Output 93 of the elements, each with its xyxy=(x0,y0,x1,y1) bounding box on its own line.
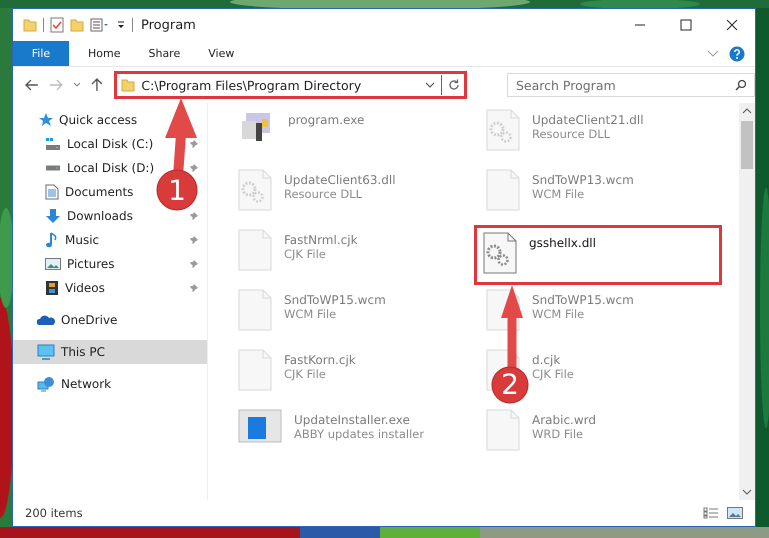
gears-file-icon xyxy=(486,109,520,151)
ribbon-tab[interactable]: File xyxy=(13,41,69,66)
file-type: WCM File xyxy=(284,307,338,321)
blank-file-icon xyxy=(238,229,272,271)
music-note-icon xyxy=(45,232,59,248)
maximize-icon xyxy=(680,19,692,31)
drive-icon xyxy=(45,165,61,171)
blank-file-icon xyxy=(238,289,272,331)
cloud-icon xyxy=(37,314,55,326)
scroll-down-icon[interactable] xyxy=(742,488,752,496)
thumbnail-view-icon[interactable] xyxy=(727,507,743,519)
file-type: WCM File xyxy=(532,187,586,201)
file-type: Resource DLL xyxy=(532,127,612,141)
sidebar-item[interactable]: Videos xyxy=(65,281,105,295)
file-type: CJK File xyxy=(284,247,327,261)
document-icon xyxy=(45,184,59,200)
file-name: SndToWP15.wcm xyxy=(532,293,634,307)
file-name: UpdateClient63.dll xyxy=(284,173,396,187)
sidebar-item[interactable]: Music xyxy=(65,233,100,247)
folder-icon xyxy=(121,78,136,92)
pin-icon[interactable] xyxy=(189,259,199,269)
folder-icon[interactable] xyxy=(70,18,84,32)
network-icon xyxy=(37,376,55,392)
item-count: 200 items xyxy=(25,506,83,520)
film-strip-icon xyxy=(45,280,59,296)
file-type: CJK File xyxy=(284,367,327,381)
file-name: FastNrml.cjk xyxy=(284,233,358,247)
sidebar-item[interactable]: Quick access xyxy=(59,113,138,127)
search-field[interactable]: Search Program xyxy=(507,73,755,97)
sidebar-item[interactable]: Local Disk (C:) xyxy=(67,137,154,151)
file-type: WRD File xyxy=(532,427,584,441)
sidebar-item[interactable]: Documents xyxy=(65,185,134,199)
file-name: Arabic.wrd xyxy=(532,413,596,427)
sidebar-item[interactable]: Downloads xyxy=(67,209,133,223)
file-name: d.cjk xyxy=(532,353,562,367)
file-name: program.exe xyxy=(288,113,364,127)
ribbon-tab[interactable]: Share xyxy=(135,41,194,66)
star-icon xyxy=(37,112,53,128)
ribbon-tab[interactable]: Home xyxy=(75,41,134,66)
scrollbar-thumb[interactable] xyxy=(741,121,753,169)
chevron-down-icon[interactable] xyxy=(72,82,81,88)
file-name: gsshellx.dll xyxy=(529,236,596,250)
gears-file-icon xyxy=(238,169,272,211)
back-arrow-icon[interactable] xyxy=(25,79,39,91)
step-badge: 1 xyxy=(156,170,198,210)
file-item[interactable]: gsshellx.dll xyxy=(474,225,722,285)
ribbon-tab[interactable]: View xyxy=(195,41,248,66)
details-view-icon[interactable] xyxy=(703,507,719,519)
pin-icon[interactable] xyxy=(189,163,199,173)
file-name: UpdateClient21.dll xyxy=(532,113,644,127)
monitor-icon xyxy=(37,344,55,360)
file-name: FastKorn.cjk xyxy=(284,353,356,367)
pin-icon[interactable] xyxy=(189,211,199,221)
forward-arrow-icon[interactable] xyxy=(48,79,63,91)
file-type: CJK File xyxy=(532,367,574,381)
close-icon xyxy=(726,19,738,31)
sidebar-item[interactable]: Pictures xyxy=(67,257,115,271)
sidebar-item[interactable]: OneDrive xyxy=(61,313,118,327)
file-type: WCM File xyxy=(532,307,586,321)
blank-file-icon xyxy=(486,169,520,211)
gears-file-icon xyxy=(483,232,517,274)
pin-icon[interactable] xyxy=(189,139,199,149)
chevron-down-icon[interactable] xyxy=(425,82,435,88)
folder-icon[interactable] xyxy=(23,18,37,32)
pictures-icon xyxy=(45,257,61,271)
window-title: Program xyxy=(141,18,196,32)
sidebar-item[interactable]: Local Disk (D:) xyxy=(67,161,154,175)
sidebar-item[interactable]: This PC xyxy=(13,340,207,364)
blank-file-icon xyxy=(486,409,520,451)
file-type: Resource DLL xyxy=(284,187,364,201)
pin-icon[interactable] xyxy=(189,235,199,245)
address-field[interactable]: C:\Program Files\Program Directory xyxy=(114,71,467,99)
drive-icon xyxy=(45,137,61,151)
scroll-up-icon[interactable] xyxy=(742,107,752,115)
file-name: SndToWP13.wcm xyxy=(532,173,634,187)
checklist-icon[interactable] xyxy=(50,17,64,33)
refresh-icon[interactable] xyxy=(448,79,460,91)
dropdown-icon[interactable] xyxy=(116,19,126,31)
pin-icon[interactable] xyxy=(189,283,199,293)
download-arrow-icon xyxy=(45,208,61,224)
expand-ribbon-icon[interactable] xyxy=(707,50,719,58)
blank-file-icon xyxy=(238,349,272,391)
installer-icon xyxy=(238,409,282,443)
help-icon[interactable] xyxy=(729,46,745,62)
minimize-icon xyxy=(634,24,646,26)
step-badge: 2 xyxy=(492,366,528,404)
properties-icon[interactable] xyxy=(90,18,110,32)
sidebar-item[interactable]: Network xyxy=(61,377,112,391)
up-arrow-icon[interactable] xyxy=(90,78,102,92)
search-icon xyxy=(735,79,747,91)
file-name: UpdateInstaller.exe xyxy=(294,413,411,427)
file-name: SndToWP15.wcm xyxy=(284,293,386,307)
file-type: ABBY updates installer xyxy=(294,427,424,441)
